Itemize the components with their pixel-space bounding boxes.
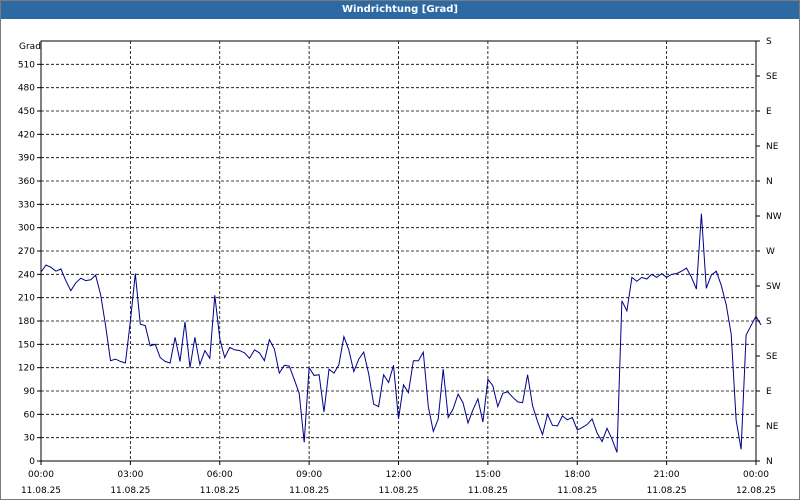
y-right-tick-label: NE — [766, 142, 779, 152]
y-tick-label: 510 — [18, 60, 35, 70]
x-tick-time: 00:00 — [28, 470, 54, 480]
y-right-tick-label: E — [766, 387, 772, 397]
y-tick-label: 390 — [18, 154, 35, 164]
x-tick-time: 18:00 — [564, 470, 590, 480]
y-right-tick-label: NW — [766, 212, 782, 222]
y-right-tick-label: W — [766, 247, 775, 257]
x-tick-date: 11.08.25 — [110, 486, 150, 496]
y-tick-label: 480 — [18, 84, 35, 94]
x-tick-time: 21:00 — [654, 470, 680, 480]
y-tick-label: 360 — [18, 177, 35, 187]
y-tick-label: 60 — [24, 410, 36, 420]
y-tick-label: 180 — [18, 317, 35, 327]
y-right-tick-label: S — [766, 317, 772, 327]
x-axis-ticks: 00:00 11.08.25 03:00 11.08.25 06:00 11.08.25 0… — [21, 461, 776, 496]
x-tick-date: 11.08.25 — [647, 486, 687, 496]
y-tick-label: 270 — [18, 247, 35, 257]
series-line-wind-direction — [40, 213, 762, 453]
y-right-tick-label: N — [766, 177, 773, 187]
x-tick-date: 11.08.25 — [378, 486, 418, 496]
x-tick-date: 11.08.25 — [200, 486, 240, 496]
y-tick-label: 30 — [24, 434, 36, 444]
y-right-tick-label: SE — [766, 72, 778, 82]
wind-direction-chart: Grad 0 30 60 90 120 150 180 210 240 270 300 330 360 3… — [18, 37, 782, 496]
y-tick-label: 210 — [18, 294, 35, 304]
y-axis-ticks: 0 30 60 90 120 150 180 210 240 270 300 330 360 390 420… — [18, 60, 41, 467]
x-tick-time: 00:00 — [743, 470, 769, 480]
y-right-axis-ticks: N NE E SE S SW W NW N NE E SE S — [756, 37, 782, 467]
y-tick-label: 240 — [18, 270, 35, 280]
y-tick-label: 90 — [24, 387, 36, 397]
y-tick-label: 330 — [18, 200, 35, 210]
y-right-tick-label: SW — [766, 282, 781, 292]
chart-window: Windrichtung [Grad] Grad 0 30 60 90 120 150 18… — [0, 0, 800, 500]
y-axis-label: Grad — [19, 42, 41, 52]
y-tick-label: 420 — [18, 130, 35, 140]
x-tick-date: 11.08.25 — [21, 486, 61, 496]
y-right-tick-label: SE — [766, 352, 778, 362]
y-right-tick-label: NE — [766, 422, 779, 432]
y-right-tick-label: S — [766, 37, 772, 47]
x-tick-time: 12:00 — [386, 470, 412, 480]
x-tick-time: 03:00 — [117, 470, 143, 480]
x-tick-date: 11.08.25 — [468, 486, 508, 496]
y-tick-label: 120 — [18, 364, 35, 374]
y-right-tick-label: N — [766, 457, 773, 467]
grid — [41, 40, 756, 461]
x-tick-time: 06:00 — [207, 470, 233, 480]
x-tick-time: 15:00 — [475, 470, 501, 480]
y-right-tick-label: E — [766, 107, 772, 117]
y-tick-label: 150 — [18, 340, 35, 350]
x-tick-date: 12.08.25 — [736, 486, 776, 496]
y-tick-label: 450 — [18, 107, 35, 117]
y-tick-label: 0 — [29, 457, 35, 467]
y-tick-label: 300 — [18, 224, 35, 234]
x-tick-date: 11.08.25 — [289, 486, 329, 496]
x-tick-date: 11.08.25 — [557, 486, 597, 496]
x-tick-time: 09:00 — [296, 470, 322, 480]
